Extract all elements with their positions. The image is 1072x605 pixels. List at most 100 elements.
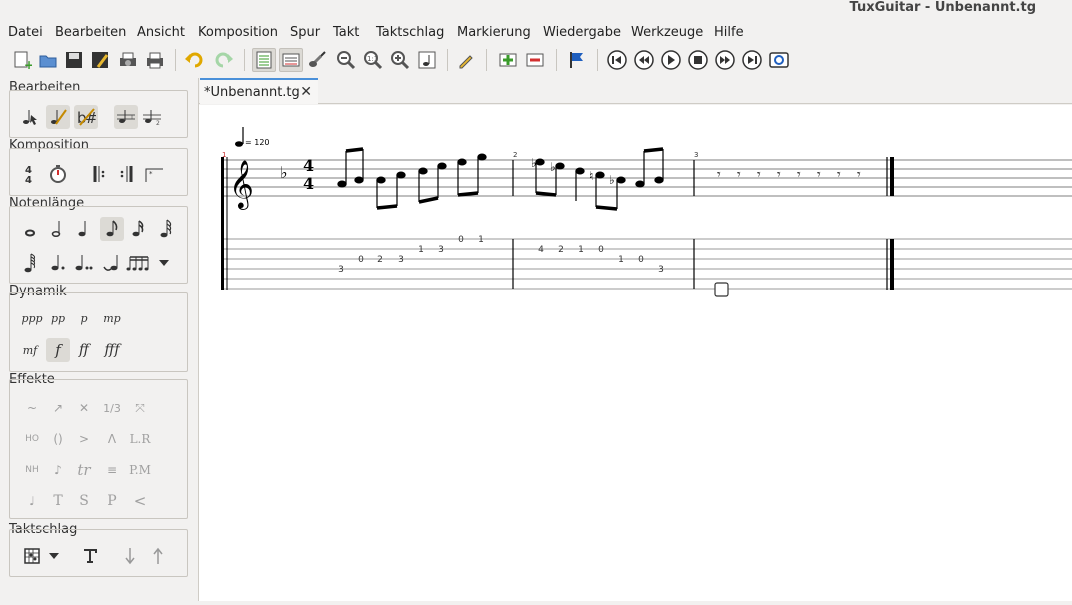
redo-button[interactable]	[211, 48, 235, 72]
natural-key-tool[interactable]: b#	[74, 105, 98, 129]
vibrato-effect[interactable]: ~	[20, 396, 44, 420]
score-editor[interactable]: = 120 1 2 3 𝄞 ♭ 4 4 ♭ ♭ ♮ ♭ 𝄾 𝄾 𝄾 𝄾 𝄾 𝄾 …	[199, 105, 1072, 601]
tab-unbenannt[interactable]: *Unbenannt.tg ✕	[200, 78, 318, 104]
eighth-note-button[interactable]	[100, 217, 124, 241]
popping-effect[interactable]: P	[100, 489, 124, 513]
previous-measure-button[interactable]	[632, 48, 656, 72]
linear-view-button[interactable]	[279, 48, 303, 72]
edit-mode-button[interactable]	[454, 48, 478, 72]
undo-button[interactable]	[183, 48, 207, 72]
alternative-ending-tool[interactable]: *	[142, 162, 166, 186]
first-measure-button[interactable]	[605, 48, 629, 72]
close-icon[interactable]: ✕	[300, 84, 312, 100]
voice-1-tool[interactable]: 1	[114, 105, 138, 129]
menu-komposition[interactable]: Komposition	[198, 25, 278, 40]
add-track-button[interactable]	[496, 48, 520, 72]
note-icon	[418, 51, 436, 69]
hammer-on-effect[interactable]: HO	[20, 427, 44, 451]
menu-taktschlag[interactable]: Taktschlag	[376, 25, 444, 40]
fade-in-effect[interactable]: <	[128, 489, 152, 513]
tremolo-picking-effect[interactable]: ≡	[100, 458, 124, 482]
menu-wiedergabe[interactable]: Wiedergabe	[543, 25, 621, 40]
slide-effect[interactable]: 1/3	[100, 396, 124, 420]
repeat-open-tool[interactable]	[88, 162, 112, 186]
edit-tool[interactable]	[46, 105, 70, 129]
zoom-in-button[interactable]	[388, 48, 412, 72]
whole-note-button[interactable]	[18, 217, 42, 241]
chord-button[interactable]	[20, 544, 44, 568]
print-preview-icon	[120, 52, 136, 66]
menu-hilfe[interactable]: Hilfe	[714, 25, 744, 40]
time-signature-tool[interactable]: 44	[18, 162, 42, 186]
tapping-effect[interactable]: T	[46, 489, 70, 513]
last-measure-button[interactable]	[740, 48, 764, 72]
accent-effect[interactable]: >	[72, 427, 96, 451]
page-view-button[interactable]	[252, 48, 276, 72]
new-file-button[interactable]: +	[10, 48, 34, 72]
menu-datei[interactable]: Datei	[8, 25, 43, 40]
stroke-up-button[interactable]	[146, 544, 170, 568]
zoom-reset-button[interactable]: 1:1	[361, 48, 385, 72]
dynamic-fff[interactable]: fff	[100, 338, 124, 362]
stroke-down-button[interactable]	[118, 544, 142, 568]
save-as-button[interactable]	[88, 48, 112, 72]
menu-spur[interactable]: Spur	[290, 25, 320, 40]
slapping-effect[interactable]: S	[72, 489, 96, 513]
tuplet-dropdown[interactable]	[152, 251, 176, 275]
ghost-note-effect[interactable]: ()	[46, 427, 70, 451]
print-button[interactable]	[143, 48, 167, 72]
zoom-out-button[interactable]	[334, 48, 358, 72]
let-ring-effect[interactable]: L.R	[128, 427, 152, 451]
dynamic-pp[interactable]: pp	[46, 306, 70, 330]
thirty-second-note-button[interactable]	[154, 217, 178, 241]
quarter-note-button[interactable]	[72, 217, 96, 241]
voice-2-tool[interactable]: 2	[140, 105, 164, 129]
dead-note-effect[interactable]: ✕	[72, 396, 96, 420]
remove-track-button[interactable]	[523, 48, 547, 72]
double-dotted-note-button[interactable]	[72, 251, 96, 275]
chord-dropdown[interactable]	[42, 544, 66, 568]
natural-harmonic-effect[interactable]: NH	[20, 458, 44, 482]
menu-markierung[interactable]: Markierung	[457, 25, 531, 40]
menu-bearbeiten[interactable]: Bearbeiten	[55, 25, 126, 40]
open-file-button[interactable]	[36, 48, 60, 72]
edit-caret[interactable]	[714, 282, 729, 297]
next-measure-button[interactable]	[713, 48, 737, 72]
menu-werkzeuge[interactable]: Werkzeuge	[631, 25, 703, 40]
dynamic-mp[interactable]: mp	[100, 306, 124, 330]
menu-ansicht[interactable]: Ansicht	[137, 25, 185, 40]
dynamic-ppp[interactable]: ppp	[20, 306, 44, 330]
palm-mute-effect[interactable]: P.M	[128, 458, 152, 482]
repeat-close-tool[interactable]	[114, 162, 138, 186]
tied-note-button[interactable]	[100, 251, 124, 275]
print-preview-button[interactable]	[116, 48, 140, 72]
sixteenth-note-button[interactable]	[126, 217, 150, 241]
play-button[interactable]	[659, 48, 683, 72]
sixty-fourth-note-button[interactable]	[18, 251, 42, 275]
metronome-button[interactable]	[767, 48, 791, 72]
bend-effect[interactable]: ↗	[46, 396, 70, 420]
stop-button[interactable]	[686, 48, 710, 72]
staccato-effect[interactable]: ♩	[20, 489, 44, 513]
flag-icon	[570, 52, 583, 68]
dynamic-p[interactable]: p	[72, 306, 96, 330]
save-button[interactable]	[62, 48, 86, 72]
harmonic-effect[interactable]: ⤧	[128, 396, 152, 420]
heavy-accent-effect[interactable]: Λ	[100, 427, 124, 451]
half-note-button[interactable]	[46, 217, 70, 241]
tempo-tool[interactable]	[46, 162, 70, 186]
tuplet-button[interactable]	[126, 251, 150, 275]
dotted-note-button[interactable]	[46, 251, 70, 275]
fretboard-button[interactable]	[306, 48, 330, 72]
text-button[interactable]	[78, 544, 102, 568]
grace-note-effect[interactable]: ♪	[46, 458, 70, 482]
select-tool[interactable]	[18, 105, 42, 129]
main-toolbar: + 1:1	[0, 45, 1072, 75]
trill-effect[interactable]: tr	[72, 458, 96, 482]
note-view-button[interactable]	[415, 48, 439, 72]
marker-button[interactable]	[565, 48, 589, 72]
dynamic-f[interactable]: f	[46, 338, 70, 362]
dynamic-ff[interactable]: ff	[72, 338, 96, 362]
dynamic-mf[interactable]: mf	[18, 338, 42, 362]
menu-takt[interactable]: Takt	[333, 25, 359, 40]
